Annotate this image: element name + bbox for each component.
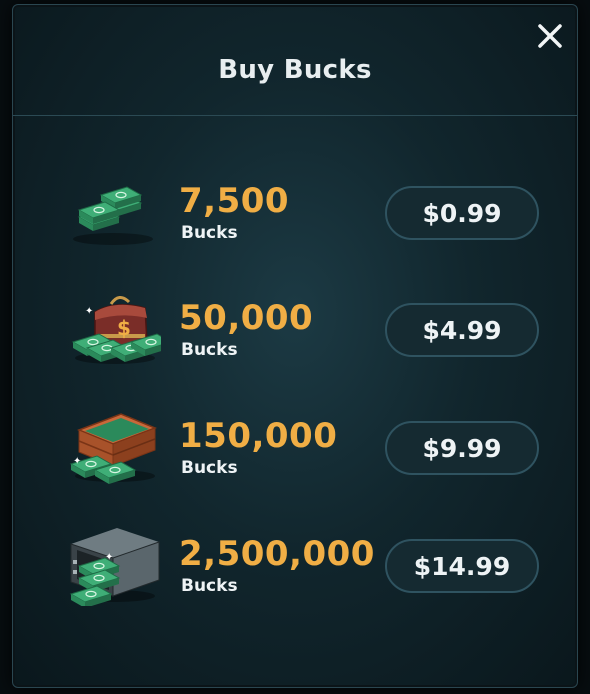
svg-text:$: $ [117,316,131,340]
bucks-amount: 2,500,000 [179,534,375,574]
buy-button[interactable]: $4.99 [385,303,539,357]
cash-crate-icon: ✦ [65,404,161,485]
package-row: $ ✦ 50,000 Bucks $4.99 [13,280,577,380]
bucks-amount: 7,500 [179,181,290,221]
buy-button[interactable]: $0.99 [385,186,539,240]
package-row: ✦ 2,500,000 Bucks $14.99 [13,516,577,616]
cash-stacks-icon [65,173,161,253]
close-button[interactable] [535,21,565,51]
buy-button[interactable]: $14.99 [385,539,539,593]
package-row: 7,500 Bucks $0.99 [13,163,577,263]
package-row: ✦ 150,000 Bucks $9.99 [13,398,577,498]
bucks-amount: 150,000 [179,416,338,456]
bucks-label: Bucks [181,458,238,478]
dialog-header: Buy Bucks [13,5,577,116]
bucks-label: Bucks [181,340,238,360]
bucks-label: Bucks [181,576,238,596]
svg-text:✦: ✦ [105,552,113,563]
buy-button[interactable]: $9.99 [385,421,539,475]
buy-bucks-dialog: Buy Bucks 7,500 Bucks $0.99 $ ✦ 50,000 B… [12,4,578,688]
dialog-title: Buy Bucks [218,55,372,85]
money-bag-icon: $ ✦ [65,290,172,370]
close-icon [538,24,562,48]
bucks-amount: 50,000 [179,298,314,338]
money-safe-icon: ✦ [65,520,161,609]
bucks-label: Bucks [181,223,238,243]
svg-text:✦: ✦ [85,306,93,317]
svg-text:✦: ✦ [73,456,81,467]
